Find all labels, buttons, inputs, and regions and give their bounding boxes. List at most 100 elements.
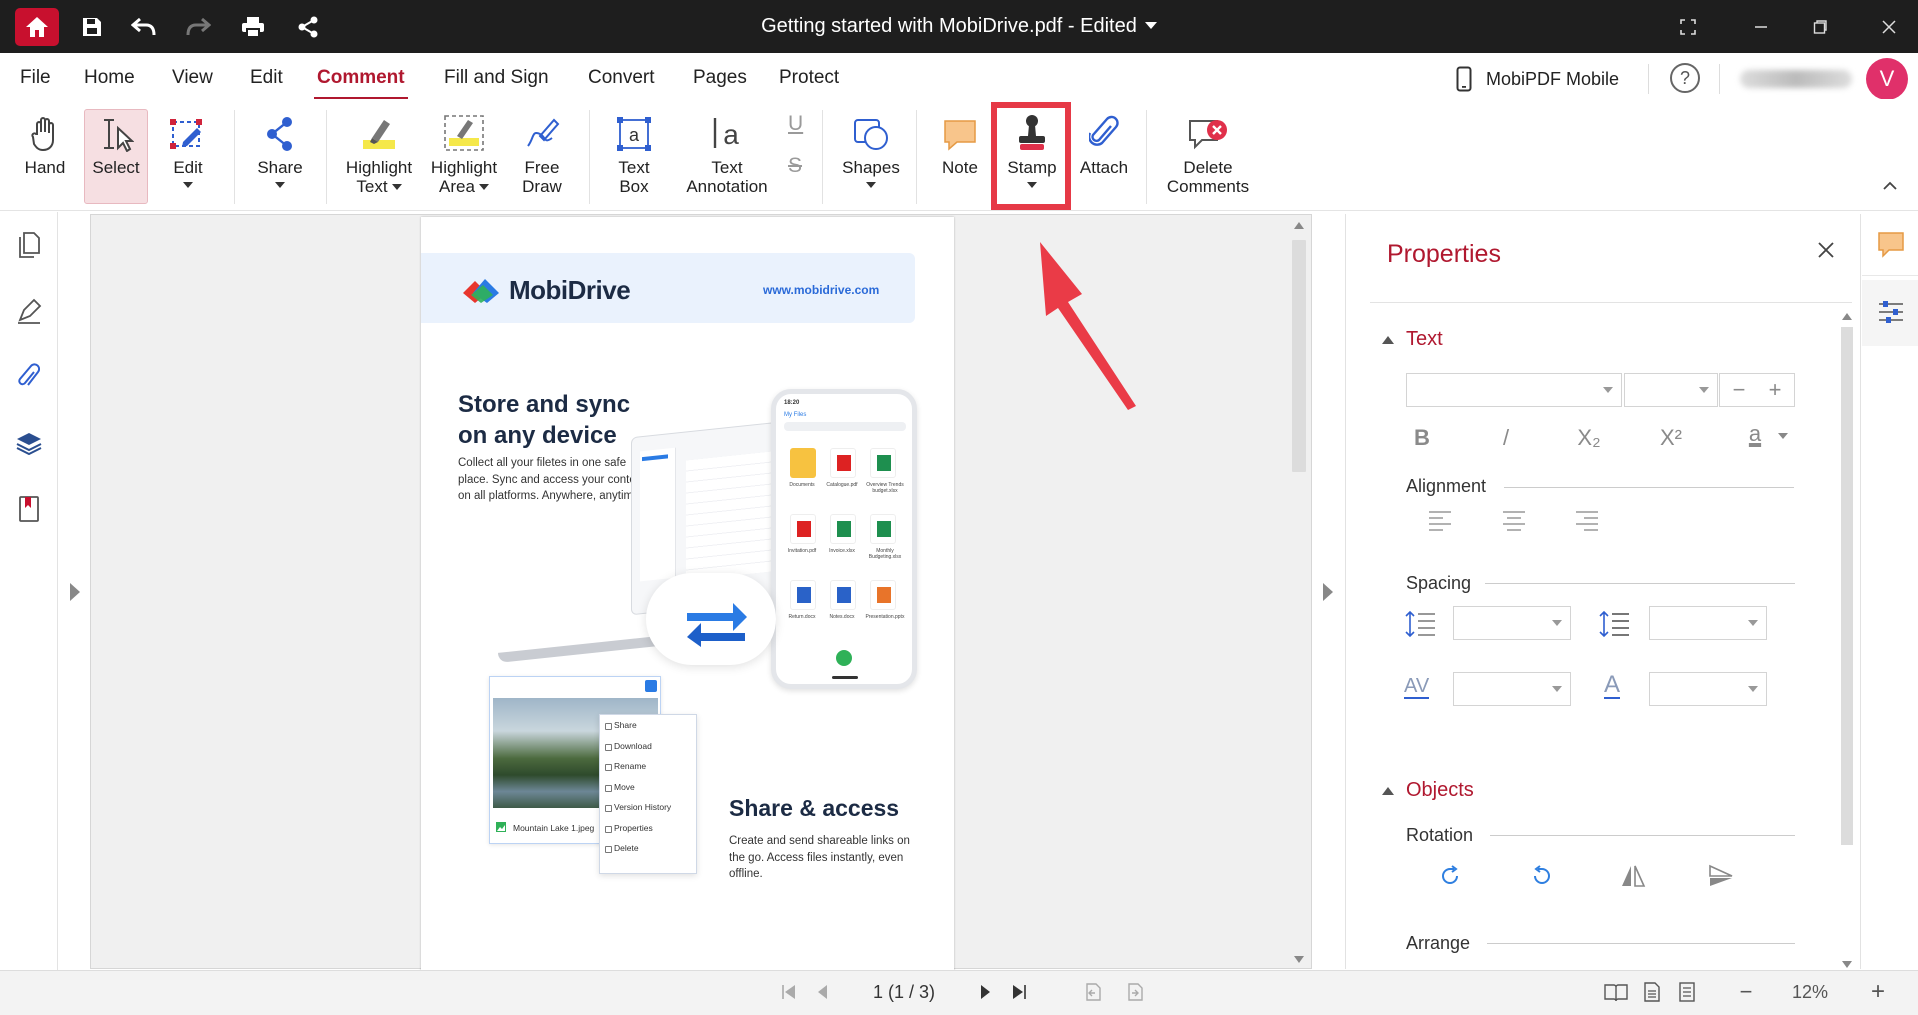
menu-file[interactable]: File <box>20 67 51 89</box>
mobidrive-logo-icon <box>463 279 499 303</box>
menu-home[interactable]: Home <box>84 67 135 89</box>
strikethrough-button[interactable]: S <box>788 154 808 178</box>
signatures-panel-button[interactable] <box>14 296 44 326</box>
share-dropdown-icon <box>275 182 285 188</box>
first-page-icon <box>782 985 795 999</box>
comments-panel-tab[interactable] <box>1862 214 1918 276</box>
text-section-label: Text <box>1406 328 1443 350</box>
scroll-up-icon[interactable] <box>1294 222 1304 229</box>
menu-pages[interactable]: Pages <box>693 67 747 89</box>
first-page-button[interactable] <box>776 979 802 1005</box>
pages-panel-button[interactable] <box>14 230 44 260</box>
properties-scroll-thumb[interactable] <box>1841 327 1853 845</box>
decrease-font-size-button[interactable]: − <box>1722 376 1756 404</box>
properties-panel-tab[interactable] <box>1862 280 1918 346</box>
section-rule <box>1487 943 1795 944</box>
highlight-area-button[interactable]: Highlight Area <box>425 108 503 208</box>
text-box-button[interactable]: a Text Box <box>604 108 664 208</box>
underline-button[interactable]: U <box>788 112 808 136</box>
character-spacing-select[interactable] <box>1453 672 1571 706</box>
scroll-down-icon[interactable] <box>1294 956 1304 963</box>
continuous-view-button[interactable] <box>1673 979 1701 1005</box>
mobidrive-url[interactable]: www.mobidrive.com <box>763 283 879 297</box>
highlight-text-button[interactable]: Highlight Text <box>340 108 418 208</box>
scroll-down-icon[interactable] <box>1842 961 1852 968</box>
last-page-button[interactable] <box>1006 979 1032 1005</box>
menu-protect[interactable]: Protect <box>779 67 839 89</box>
rotate-counterclockwise-icon[interactable] <box>1530 864 1554 888</box>
text-annotation-button[interactable]: a Text Annotation <box>682 108 772 208</box>
two-page-view-button[interactable] <box>1602 979 1630 1005</box>
menu-convert[interactable]: Convert <box>588 67 655 89</box>
menu-view[interactable]: View <box>172 67 213 89</box>
align-left-icon[interactable] <box>1428 510 1452 532</box>
go-forward-button[interactable] <box>1122 979 1148 1005</box>
bold-button[interactable]: B <box>1404 420 1440 456</box>
menu-edit[interactable]: Edit <box>250 67 283 89</box>
help-button[interactable]: ? <box>1670 63 1700 93</box>
share-access-heading: Share & access <box>729 795 900 821</box>
flip-horizontal-icon[interactable] <box>1620 864 1646 888</box>
document-title[interactable]: Getting started with MobiDrive.pdf - Edi… <box>0 15 1918 38</box>
select-tool-button[interactable]: Select <box>88 108 144 208</box>
paperclip-icon <box>18 363 40 386</box>
previous-page-button[interactable] <box>810 979 836 1005</box>
edit-tool-button[interactable]: Edit <box>160 108 216 208</box>
menu-comment[interactable]: Comment <box>314 67 408 100</box>
document-scrollbar[interactable] <box>1288 214 1310 969</box>
minimize-button[interactable] <box>1746 12 1776 42</box>
properties-scrollbar[interactable] <box>1838 305 1856 968</box>
paragraph-spacing-select[interactable] <box>1649 606 1767 640</box>
single-page-view-button[interactable] <box>1638 979 1666 1005</box>
subscript-button[interactable]: X₂ <box>1568 420 1610 456</box>
avatar[interactable]: V <box>1866 58 1908 100</box>
free-draw-button[interactable]: Free Draw <box>512 108 572 208</box>
collapse-ribbon-button[interactable] <box>1880 176 1900 196</box>
increase-font-size-button[interactable]: + <box>1758 376 1792 404</box>
chevron-down-icon <box>1552 686 1562 692</box>
align-center-icon[interactable] <box>1502 510 1526 532</box>
font-color-dropdown-icon[interactable] <box>1778 433 1788 439</box>
account-name-blurred <box>1740 70 1852 88</box>
hand-tool-button[interactable]: Hand <box>18 108 72 208</box>
text-section-toggle[interactable]: Text <box>1382 328 1443 351</box>
note-button[interactable]: Note <box>932 108 988 208</box>
italic-button[interactable]: / <box>1488 420 1524 456</box>
zoom-in-button[interactable]: + <box>1864 978 1892 1005</box>
close-properties-button[interactable] <box>1814 238 1838 262</box>
menu-fill-and-sign[interactable]: Fill and Sign <box>444 67 549 89</box>
word-spacing-select[interactable] <box>1649 672 1767 706</box>
next-page-button[interactable] <box>972 979 998 1005</box>
zoom-out-button[interactable]: − <box>1732 979 1760 1005</box>
attach-button[interactable]: Attach <box>1076 108 1132 208</box>
attachments-panel-button[interactable] <box>14 362 44 392</box>
share-ribbon-button[interactable]: Share <box>250 108 310 208</box>
maximize-button[interactable] <box>1805 12 1835 42</box>
delete-comments-button[interactable]: Delete Comments <box>1160 108 1256 208</box>
shapes-button[interactable]: Shapes <box>838 108 904 208</box>
zoom-level[interactable]: 12% <box>1782 979 1838 1005</box>
align-right-icon[interactable] <box>1575 510 1599 532</box>
font-color-button[interactable]: a <box>1738 416 1772 452</box>
line-spacing-select[interactable] <box>1453 606 1571 640</box>
flip-vertical-icon[interactable] <box>1708 864 1734 888</box>
rotate-clockwise-icon[interactable] <box>1438 864 1462 888</box>
close-window-button[interactable] <box>1874 12 1904 42</box>
page-indicator[interactable]: 1 (1 / 3) <box>862 979 946 1005</box>
objects-section-toggle[interactable]: Objects <box>1382 779 1474 802</box>
expand-left-panel-icon[interactable] <box>70 583 80 601</box>
expand-right-panel-icon[interactable] <box>1323 583 1333 601</box>
fullscreen-button[interactable] <box>1673 12 1703 42</box>
pdf-page[interactable]: MobiDrive www.mobidrive.com Store and sy… <box>421 217 954 972</box>
font-family-select[interactable] <box>1406 373 1622 407</box>
mobipdf-mobile-button[interactable]: MobiPDF Mobile <box>1456 64 1619 94</box>
go-back-button[interactable] <box>1080 979 1106 1005</box>
scroll-up-icon[interactable] <box>1842 313 1852 320</box>
layers-panel-button[interactable] <box>14 428 44 458</box>
superscript-button[interactable]: X² <box>1650 420 1692 456</box>
document-scroll-thumb[interactable] <box>1292 240 1306 472</box>
character-spacing-icon: AV <box>1404 675 1430 699</box>
ribbon-divider <box>589 110 590 204</box>
font-size-select[interactable] <box>1624 373 1718 407</box>
bookmarks-panel-button[interactable] <box>14 494 44 524</box>
